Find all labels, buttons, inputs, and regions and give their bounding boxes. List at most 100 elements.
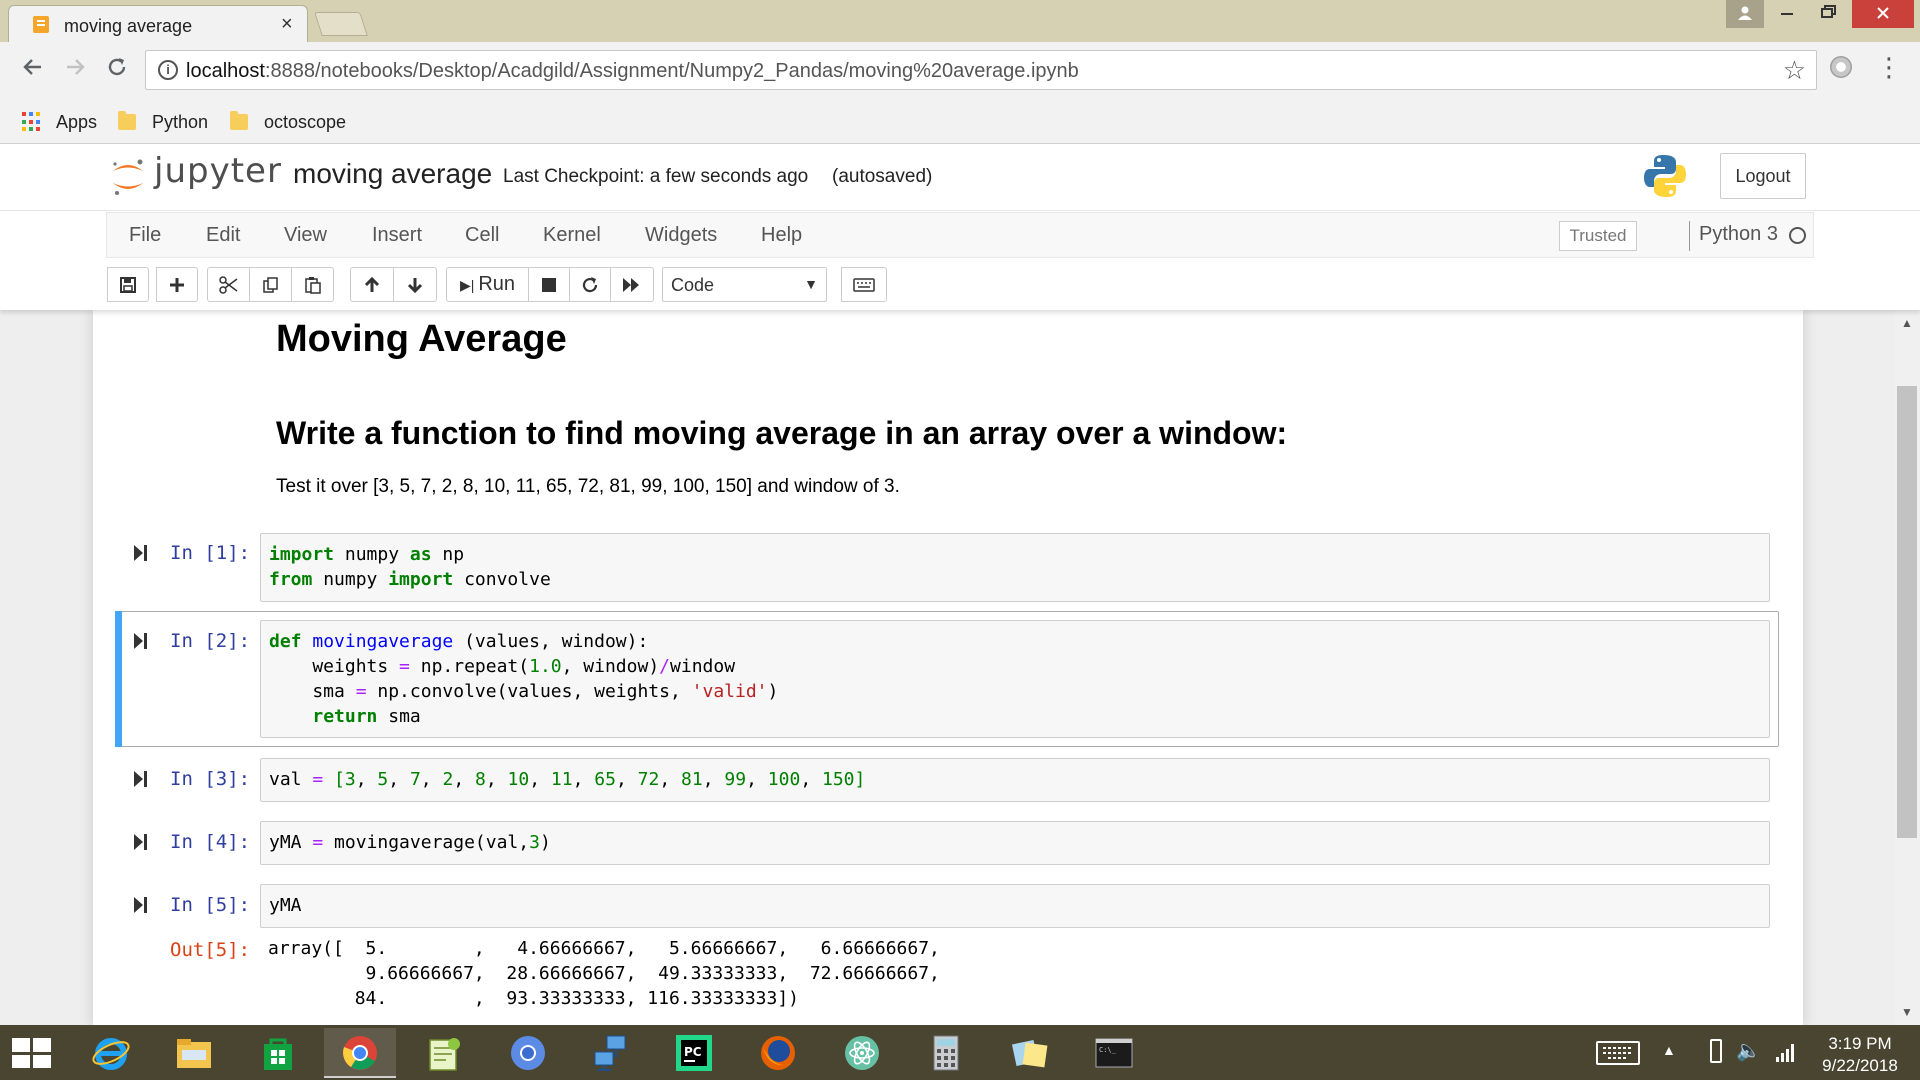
new-tab-button[interactable] [314,12,368,36]
tab-close-icon[interactable]: × [281,13,293,36]
system-clock[interactable]: 3:19 PM 9/22/2018 [1810,1033,1910,1077]
notepad-plus-icon[interactable] [408,1028,480,1078]
run-cell-icon[interactable] [134,769,148,789]
volume-icon[interactable]: 🔈 [1736,1038,1761,1063]
reload-icon[interactable] [100,54,134,88]
folder-icon [230,111,248,130]
chrome-taskbar-icon[interactable] [324,1028,396,1078]
run-button[interactable]: ▶| Run [446,267,529,302]
browser-toolbar: i localhost:8888/notebooks/Desktop/Acadg… [0,42,1920,100]
notebook-name[interactable]: moving average [293,158,492,190]
markdown-paragraph: Test it over [3, 5, 7, 2, 8, 10, 11, 65,… [276,476,900,497]
close-window-icon[interactable] [1852,0,1914,28]
cell-type-value: Code [671,275,715,295]
bookmark-apps[interactable]: Apps [22,108,97,136]
paste-button[interactable] [291,267,334,302]
scroll-down-icon[interactable]: ▼ [1901,1005,1913,1019]
jupyter-header: jupyter moving average Last Checkpoint: … [0,145,1920,211]
run-cell-icon[interactable] [134,543,148,563]
input-prompt: In [1]: [170,542,251,564]
interrupt-button[interactable] [528,267,570,302]
move-down-button[interactable] [393,267,437,302]
menu-cell[interactable]: Cell [465,224,499,247]
move-up-button[interactable] [350,267,394,302]
trusted-indicator[interactable]: Trusted [1559,221,1637,251]
step-forward-icon: ▶| [459,277,475,293]
browser-tab[interactable]: moving average × [8,5,308,42]
code-cell-input[interactable]: def movingaverage (values, window): weig… [260,620,1770,738]
kernel-name[interactable]: Python 3 [1699,223,1778,246]
file-explorer-icon[interactable] [158,1028,230,1078]
run-cell-icon[interactable] [134,895,148,915]
menu-file[interactable]: File [129,224,161,247]
save-button[interactable] [107,267,149,302]
address-bar[interactable]: i localhost:8888/notebooks/Desktop/Acadg… [145,50,1817,90]
windows-start-icon[interactable] [12,1038,52,1068]
scrollbar-thumb[interactable] [1897,386,1917,838]
restore-icon[interactable] [1810,0,1848,28]
calculator-icon[interactable] [910,1028,982,1078]
internet-explorer-icon[interactable] [75,1028,147,1078]
bookmark-label: Apps [56,111,98,132]
bookmark-star-icon[interactable]: ☆ [1783,55,1806,86]
sticky-notes-icon[interactable] [994,1028,1066,1078]
touch-keyboard-icon[interactable] [1596,1041,1640,1065]
logout-button[interactable]: Logout [1720,153,1806,199]
scroll-up-icon[interactable]: ▲ [1901,316,1913,330]
store-icon[interactable] [242,1028,314,1078]
jupyter-logo-icon[interactable] [110,157,146,197]
extension-icon[interactable] [1830,56,1852,78]
windows-taskbar: PC C:\_ ▲ 🔈 3:19 PM 9/22/2018 [0,1025,1920,1080]
jupyter-logo-text[interactable]: jupyter [154,151,282,191]
firefox-icon[interactable] [742,1028,814,1078]
bookmarks-bar: Apps Python octoscope [0,100,1920,144]
vertical-scrollbar[interactable]: ▲ ▼ [1894,310,1920,1025]
restart-run-all-button[interactable] [610,267,654,302]
command-palette-button[interactable] [841,267,887,302]
command-prompt-icon[interactable]: C:\_ [1078,1028,1150,1078]
code-cell-input[interactable]: yMA [260,884,1770,928]
menu-insert[interactable]: Insert [372,224,422,247]
input-prompt: In [2]: [170,630,251,652]
restart-kernel-button[interactable] [569,267,611,302]
atom-icon[interactable] [826,1028,898,1078]
markdown-heading-1: Moving Average [276,318,567,360]
insert-cell-button[interactable] [156,267,198,302]
chromium-icon[interactable] [492,1028,564,1078]
cell-type-select[interactable]: Code ▼ [662,267,827,302]
code-cell-input[interactable]: val = [3, 5, 7, 2, 8, 10, 11, 65, 72, 81… [260,758,1770,802]
code-cell-input[interactable]: yMA = movingaverage(val,3) [260,821,1770,865]
folder-icon [118,111,136,130]
browser-titlebar: moving average × [0,0,1920,42]
menu-help[interactable]: Help [761,224,802,247]
run-cell-icon[interactable] [134,631,148,651]
notebook-favicon-icon [33,16,49,33]
code-cell-input[interactable]: import numpy as np from numpy import con… [260,533,1770,602]
svg-text:C:\_: C:\_ [1099,1046,1117,1054]
dropdown-arrow-icon: ▼ [804,276,818,292]
pycharm-icon[interactable]: PC [658,1028,730,1078]
bookmark-python[interactable]: Python [118,108,208,136]
notebook-menubar: File Edit View Insert Cell Kernel Widget… [106,212,1814,258]
info-icon[interactable]: i [158,60,178,80]
svg-text:PC: PC [684,1045,702,1059]
run-cell-icon[interactable] [134,832,148,852]
menu-widgets[interactable]: Widgets [645,224,717,247]
selected-cell-indicator [115,611,122,747]
profile-icon[interactable] [1726,0,1764,28]
minimize-icon[interactable] [1768,0,1806,28]
chrome-menu-icon[interactable]: ⋮ [1876,52,1902,83]
menu-view[interactable]: View [284,224,327,247]
menu-edit[interactable]: Edit [206,224,240,247]
back-arrow-icon[interactable] [16,54,50,88]
run-label: Run [478,273,516,295]
copy-button[interactable] [249,267,292,302]
network-signal-icon[interactable] [1775,1039,1795,1063]
battery-icon[interactable] [1710,1039,1722,1063]
network-icon[interactable] [575,1028,647,1078]
forward-arrow-icon[interactable] [58,54,92,88]
bookmark-octoscope[interactable]: octoscope [230,108,346,136]
menu-kernel[interactable]: Kernel [543,224,601,247]
cut-button[interactable] [207,267,250,302]
show-hidden-icons-icon[interactable]: ▲ [1662,1042,1676,1058]
